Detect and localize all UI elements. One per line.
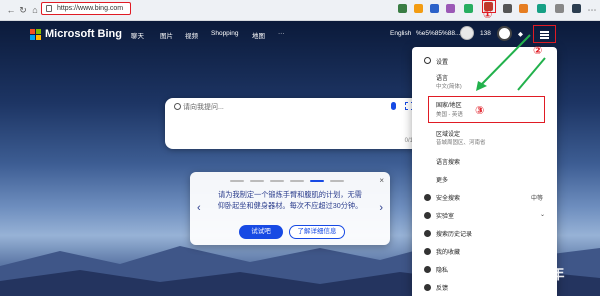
microsoft-logo-icon bbox=[30, 28, 41, 40]
extension-icon[interactable] bbox=[537, 4, 546, 13]
history-icon bbox=[424, 230, 431, 237]
nav-images[interactable]: 图片 bbox=[160, 30, 173, 40]
bing-logo[interactable]: Microsoft Bing bbox=[30, 27, 122, 41]
menu-search-language[interactable]: 语言搜索 bbox=[412, 155, 557, 167]
menu-labs[interactable]: 实验室 ⌄ bbox=[412, 209, 557, 221]
language-link[interactable]: English bbox=[390, 30, 411, 37]
menu-safe-search[interactable]: 安全搜索 中等 bbox=[412, 191, 557, 203]
flask-icon bbox=[424, 212, 431, 219]
gear-icon bbox=[424, 57, 431, 64]
more-icon[interactable]: ⋯ bbox=[585, 3, 599, 17]
shield-icon bbox=[424, 194, 431, 201]
learn-more-button[interactable]: 了解详细信息 bbox=[289, 225, 345, 239]
address-url: https://www.bing.com bbox=[57, 5, 124, 12]
extension-icon[interactable] bbox=[503, 4, 512, 13]
carousel-dot[interactable] bbox=[290, 180, 304, 182]
profile-icon[interactable] bbox=[572, 4, 581, 13]
lock-icon bbox=[46, 5, 52, 12]
nav-videos[interactable]: 视频 bbox=[185, 30, 198, 40]
nav-maps[interactable]: 地图 bbox=[252, 30, 265, 40]
home-icon[interactable]: ⌂ bbox=[28, 3, 42, 17]
suggestion-text: 请为我制定一个锻炼手臂和腹肌的计划，无需仰卧起坐和健身器材。每次不应超过30分钟… bbox=[217, 190, 363, 210]
avatar[interactable] bbox=[460, 26, 474, 40]
nav-shopping[interactable]: Shopping bbox=[211, 30, 238, 37]
microphone-icon[interactable] bbox=[391, 102, 396, 110]
region-highlight bbox=[428, 96, 545, 123]
logo-text: Microsoft Bing bbox=[45, 28, 122, 40]
bing-header: Microsoft Bing 聊天 图片 视频 Shopping 地图 ··· … bbox=[0, 21, 600, 47]
menu-search-history[interactable]: 搜索历史记录 bbox=[412, 227, 557, 239]
browser-toolbar: ← ↻ ⌂ https://www.bing.com ⋯ bbox=[0, 0, 600, 21]
extension-icon[interactable] bbox=[446, 4, 455, 13]
search-icon bbox=[174, 103, 181, 110]
notification-icon[interactable]: ◆ bbox=[518, 30, 523, 38]
search-input[interactable] bbox=[183, 100, 383, 114]
feedback-icon bbox=[424, 284, 431, 291]
settings-menu-button[interactable] bbox=[533, 25, 556, 43]
step-3-marker: ③ bbox=[475, 105, 485, 117]
carousel-dot[interactable] bbox=[230, 180, 244, 182]
nav-chat[interactable]: 聊天 bbox=[131, 30, 144, 40]
menu-location[interactable]: 区域设定 昔城周固区、河南省 bbox=[412, 127, 557, 149]
step-2-marker: ② bbox=[533, 45, 543, 57]
search-box: 0/1000 bbox=[165, 98, 425, 149]
settings-dropdown: 设置 语言 中文(简体) 国家/地区 美国 - 英语 区域设定 昔城周固区、河南… bbox=[412, 47, 557, 296]
watermark-text: 知乎 @流年 bbox=[486, 266, 566, 282]
chevron-right-icon[interactable]: › bbox=[379, 202, 383, 214]
extension-icon[interactable] bbox=[414, 4, 423, 13]
step-1-marker: ① bbox=[483, 9, 493, 21]
carousel-dot[interactable] bbox=[270, 180, 284, 182]
address-bar[interactable]: https://www.bing.com bbox=[41, 2, 131, 15]
carousel-dot[interactable] bbox=[250, 180, 264, 182]
chevron-down-icon: ⌄ bbox=[539, 212, 545, 218]
extension-icon[interactable] bbox=[464, 4, 473, 13]
close-icon[interactable]: × bbox=[379, 176, 384, 185]
carousel-dot-active[interactable] bbox=[310, 180, 324, 182]
menu-language[interactable]: 语言 中文(简体) bbox=[412, 71, 557, 93]
nav-more[interactable]: ··· bbox=[278, 30, 285, 37]
extension-icon[interactable] bbox=[519, 4, 528, 13]
extension-icon[interactable] bbox=[398, 4, 407, 13]
rewards-icon[interactable] bbox=[497, 26, 512, 41]
chevron-left-icon[interactable]: ‹ bbox=[197, 202, 201, 214]
suggestion-card: × ‹ › 请为我制定一个锻炼手臂和腹肌的计划，无需仰卧起坐和健身器材。每次不应… bbox=[190, 172, 390, 245]
try-it-button[interactable]: 试试吧 bbox=[239, 225, 283, 239]
rewards-points[interactable]: 138 bbox=[480, 30, 491, 37]
carousel-dot[interactable] bbox=[330, 180, 344, 182]
extension-icon[interactable] bbox=[555, 4, 564, 13]
menu-my-saves[interactable]: 我的收藏 bbox=[412, 245, 557, 257]
extension-icon[interactable] bbox=[430, 4, 439, 13]
lock-icon bbox=[424, 266, 431, 273]
menu-more[interactable]: 更多 bbox=[412, 173, 557, 185]
carousel-indicators bbox=[230, 180, 344, 182]
heart-icon bbox=[424, 248, 431, 255]
account-name[interactable]: %e5%85%88... bbox=[416, 30, 460, 37]
